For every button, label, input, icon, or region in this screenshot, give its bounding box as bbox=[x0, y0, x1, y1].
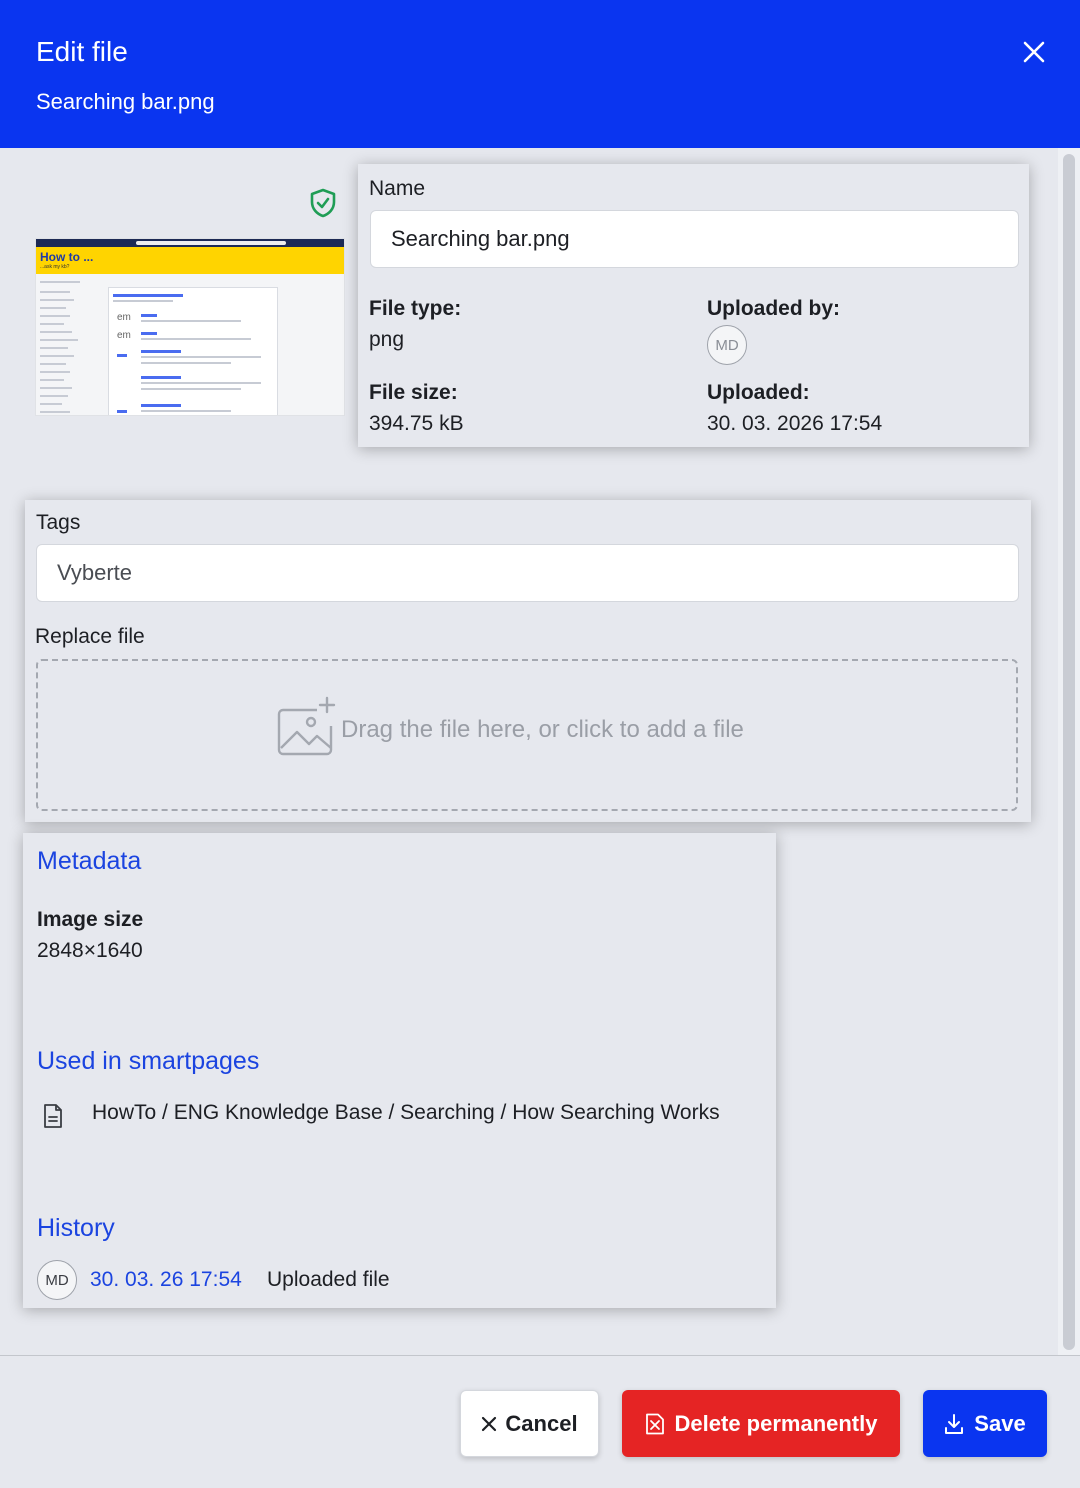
thumbnail-bar bbox=[113, 294, 183, 297]
tags-label: Tags bbox=[36, 511, 81, 534]
tags-card: Tags Vyberte Replace file Drag the file … bbox=[25, 500, 1031, 822]
cancel-button-label: Cancel bbox=[505, 1410, 578, 1436]
thumbnail-bar bbox=[141, 404, 181, 407]
thumbnail-line bbox=[40, 281, 80, 283]
thumbnail-line bbox=[40, 299, 74, 301]
thumbnail-bar bbox=[141, 314, 157, 317]
delete-button-label: Delete permanently bbox=[674, 1410, 878, 1436]
thumbnail-line bbox=[40, 403, 62, 405]
footer-divider bbox=[0, 1355, 1080, 1356]
delete-permanently-button[interactable]: Delete permanently bbox=[622, 1390, 900, 1457]
thumbnail-line bbox=[141, 362, 231, 364]
thumbnail-line bbox=[141, 382, 261, 384]
thumbnail-searchbar bbox=[136, 241, 286, 245]
thumbnail-subtitle: ...ask my kb? bbox=[40, 264, 70, 270]
uploaded-by-label: Uploaded by: bbox=[707, 297, 841, 320]
save-button[interactable]: Save bbox=[923, 1390, 1047, 1457]
thumbnail-title: How to ... bbox=[40, 250, 94, 264]
thumbnail-line bbox=[40, 339, 78, 341]
thumbnail-bar bbox=[117, 354, 127, 357]
thumbnail-bar bbox=[141, 350, 181, 353]
close-icon bbox=[1023, 41, 1045, 63]
thumbnail-line bbox=[141, 410, 231, 412]
close-button[interactable] bbox=[1014, 32, 1054, 72]
thumbnail-line bbox=[40, 291, 70, 293]
image-size-value: 2848×1640 bbox=[37, 939, 143, 962]
file-dropzone[interactable]: Drag the file here, or click to add a fi… bbox=[36, 659, 1018, 811]
dialog-title: Edit file bbox=[36, 36, 128, 67]
thumbnail-line bbox=[40, 347, 68, 349]
dialog-subtitle: Searching bar.png bbox=[36, 89, 215, 114]
document-icon bbox=[44, 1104, 62, 1128]
thumbnail-line bbox=[113, 300, 173, 302]
thumbnail-line bbox=[40, 363, 66, 365]
used-in-smartpages-heading: Used in smartpages bbox=[37, 1047, 260, 1075]
uploaded-value: 30. 03. 2026 17:54 bbox=[707, 412, 883, 435]
history-action: Uploaded file bbox=[267, 1268, 390, 1291]
thumbnail-em-label: em bbox=[117, 330, 131, 341]
smartpage-link[interactable]: HowTo / ENG Knowledge Base / Searching /… bbox=[92, 1101, 720, 1125]
metadata-card: Metadata Image size 2848×1640 Used in sm… bbox=[23, 833, 776, 1308]
save-button-label: Save bbox=[974, 1410, 1026, 1436]
thumbnail-line bbox=[40, 355, 74, 357]
download-icon bbox=[945, 1413, 964, 1434]
thumbnail-line bbox=[141, 388, 241, 390]
thumbnail-line bbox=[40, 411, 70, 413]
thumbnail-line bbox=[40, 395, 68, 397]
file-thumbnail[interactable]: How to ... ...ask my kb? em em bbox=[35, 238, 345, 416]
thumbnail-line bbox=[40, 323, 64, 325]
scrollbar-thumb[interactable] bbox=[1063, 154, 1075, 1350]
thumbnail-bar bbox=[141, 376, 181, 379]
history-heading: History bbox=[37, 1214, 115, 1242]
thumbnail-line bbox=[40, 379, 64, 381]
file-type-value: png bbox=[369, 328, 405, 351]
tags-select[interactable]: Vyberte bbox=[36, 544, 1019, 602]
file-size-value: 394.75 kB bbox=[369, 412, 464, 435]
name-label: Name bbox=[369, 177, 426, 200]
uploader-avatar[interactable]: MD bbox=[707, 325, 747, 365]
thumbnail-bar bbox=[141, 332, 157, 335]
delete-icon bbox=[645, 1413, 664, 1434]
name-input[interactable]: Searching bar.png bbox=[370, 210, 1019, 268]
file-details-card: Name Searching bar.png File type: png Up… bbox=[358, 164, 1029, 447]
image-size-label: Image size bbox=[37, 908, 144, 931]
uploaded-label: Uploaded: bbox=[707, 381, 810, 404]
dialog-header: Edit file Searching bar.png bbox=[0, 0, 1080, 148]
add-image-icon bbox=[277, 696, 336, 756]
thumbnail-line bbox=[40, 307, 66, 309]
thumbnail-line bbox=[141, 356, 261, 358]
thumbnail-line bbox=[40, 371, 70, 373]
thumbnail-line bbox=[141, 320, 241, 322]
file-type-label: File type: bbox=[369, 297, 462, 320]
file-size-label: File size: bbox=[369, 381, 458, 404]
close-icon bbox=[482, 1416, 497, 1431]
history-user-avatar[interactable]: MD bbox=[37, 1260, 77, 1300]
thumbnail-em-label: em bbox=[117, 312, 131, 323]
thumbnail-line bbox=[40, 387, 72, 389]
thumbnail-line bbox=[40, 331, 72, 333]
thumbnail-results-panel: em em bbox=[108, 287, 278, 415]
dropzone-text: Drag the file here, or click to add a fi… bbox=[341, 716, 744, 743]
replace-file-label: Replace file bbox=[35, 625, 145, 648]
thumbnail-bar bbox=[117, 410, 127, 413]
thumbnail-line bbox=[40, 315, 70, 317]
metadata-heading: Metadata bbox=[37, 847, 142, 875]
history-date[interactable]: 30. 03. 26 17:54 bbox=[90, 1268, 242, 1292]
cancel-button[interactable]: Cancel bbox=[460, 1390, 599, 1457]
thumbnail-line bbox=[141, 338, 251, 340]
shield-check-icon bbox=[310, 188, 336, 218]
thumbnail-banner: How to ... ...ask my kb? bbox=[36, 247, 344, 274]
